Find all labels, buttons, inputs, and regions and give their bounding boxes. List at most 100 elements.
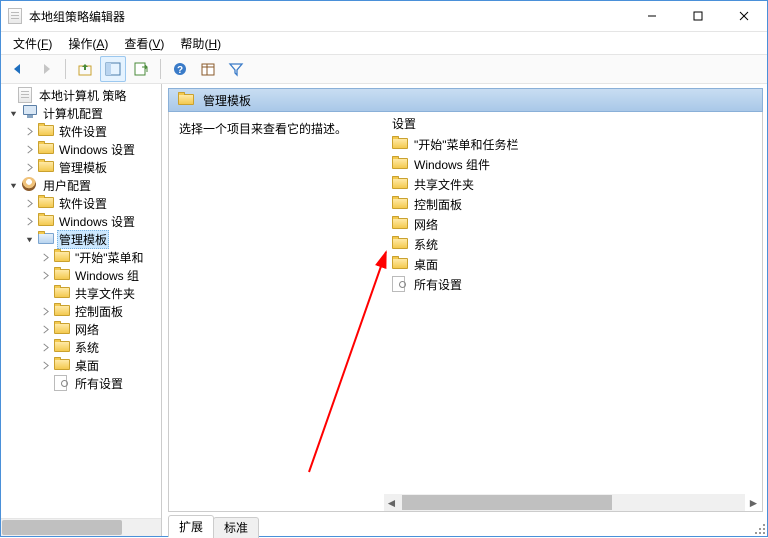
tab-extended[interactable]: 扩展 [168, 515, 214, 537]
tree-root[interactable]: 本地计算机 策略 [1, 86, 161, 104]
scroll-right-icon[interactable]: ► [745, 494, 762, 511]
resize-grip[interactable] [751, 520, 765, 534]
settings-list-panel: 设置 "开始"菜单和任务栏 Windows 组件共享文件夹控制面板网络系统桌面所有… [384, 112, 762, 511]
folder-icon [38, 213, 54, 229]
list-item-label: "开始"菜单和任务栏 [414, 136, 519, 153]
chevron-right-icon[interactable] [23, 161, 35, 173]
help-button[interactable]: ? [167, 56, 193, 82]
page-icon [54, 375, 70, 391]
folder-icon [178, 92, 194, 108]
folder-icon [38, 159, 54, 175]
policy-icon [18, 87, 34, 103]
tab-standard[interactable]: 标准 [213, 517, 259, 538]
tree-comp-software[interactable]: 软件设置 [1, 122, 161, 140]
folder-icon [392, 216, 408, 232]
tree-pane: 本地计算机 策略 计算机配置 软件设置 [1, 84, 162, 536]
toolbar-separator [65, 59, 66, 79]
list-item-label: 所有设置 [414, 276, 462, 293]
close-button[interactable] [721, 1, 767, 31]
tree-admin-control[interactable]: 控制面板 [1, 302, 161, 320]
page-icon [392, 276, 408, 292]
tree-root-label: 本地计算机 策略 [37, 87, 128, 104]
chevron-right-icon[interactable] [39, 251, 51, 263]
list-item-shared[interactable]: 共享文件夹 [384, 174, 762, 194]
tree-user-config[interactable]: 用户配置 [1, 176, 161, 194]
tree-comp-admin[interactable]: 管理模板 [1, 158, 161, 176]
svg-text:?: ? [177, 65, 183, 76]
folder-icon [392, 256, 408, 272]
breadcrumb-label: 管理模板 [203, 92, 251, 109]
tree-admin-wincomp[interactable]: Windows 组 [1, 266, 161, 284]
scroll-left-icon[interactable]: ◄ [383, 494, 400, 511]
chevron-right-icon[interactable] [23, 215, 35, 227]
window-title: 本地组策略编辑器 [29, 8, 629, 25]
back-button[interactable] [5, 56, 31, 82]
minimize-button[interactable] [629, 1, 675, 31]
chevron-down-icon[interactable] [23, 233, 35, 245]
chevron-right-icon[interactable] [23, 197, 35, 209]
detail-pane: 管理模板 选择一个项目来查看它的描述。 设置 "开始"菜单和任务栏 Windows… [168, 84, 767, 536]
list-item-desktop[interactable]: 桌面 [384, 254, 762, 274]
list-item-win_comp[interactable]: Windows 组件 [384, 154, 762, 174]
chevron-right-icon[interactable] [39, 323, 51, 335]
tree-user-admin[interactable]: 管理模板 [1, 230, 161, 248]
tree-admin-all[interactable]: 所有设置 [1, 374, 161, 392]
up-button[interactable] [72, 56, 98, 82]
settings-column-header[interactable]: 设置 [384, 112, 762, 134]
list-item-system[interactable]: 系统 [384, 234, 762, 254]
list-item-label: Windows 组件 [414, 156, 490, 173]
tree-admin-network[interactable]: 网络 [1, 320, 161, 338]
chevron-down-icon[interactable] [7, 179, 19, 191]
tree-user-software[interactable]: 软件设置 [1, 194, 161, 212]
description-hint: 选择一个项目来查看它的描述。 [179, 122, 347, 136]
properties-button[interactable] [195, 56, 221, 82]
folder-icon [392, 236, 408, 252]
tree-comp-windows[interactable]: Windows 设置 [1, 140, 161, 158]
menu-action[interactable]: 操作(A) [62, 33, 114, 54]
show-hide-tree-button[interactable] [100, 56, 126, 82]
chevron-right-icon[interactable] [23, 143, 35, 155]
chevron-right-icon[interactable] [39, 269, 51, 281]
user-icon [22, 177, 38, 193]
folder-icon [392, 156, 408, 172]
export-button[interactable] [128, 56, 154, 82]
titlebar: 本地组策略编辑器 [1, 1, 767, 32]
chevron-right-icon[interactable] [39, 359, 51, 371]
toolbar: ? [1, 54, 767, 84]
tree[interactable]: 本地计算机 策略 计算机配置 软件设置 [1, 84, 161, 518]
folder-icon [54, 321, 70, 337]
chevron-right-icon[interactable] [39, 341, 51, 353]
tree-admin-shared[interactable]: 共享文件夹 [1, 284, 161, 302]
folder-icon [38, 195, 54, 211]
list-item-startmenu[interactable]: "开始"菜单和任务栏 [384, 134, 762, 154]
maximize-button[interactable] [675, 1, 721, 31]
folder-icon [54, 303, 70, 319]
menu-file[interactable]: 文件(F) [7, 33, 58, 54]
description-panel: 选择一个项目来查看它的描述。 [169, 112, 384, 511]
folder-icon [54, 267, 70, 283]
tree-admin-startmenu[interactable]: "开始"菜单和 [1, 248, 161, 266]
list-item-label: 桌面 [414, 256, 438, 273]
tree-admin-desktop[interactable]: 桌面 [1, 356, 161, 374]
tree-computer-config[interactable]: 计算机配置 [1, 104, 161, 122]
filter-button[interactable] [223, 56, 249, 82]
folder-icon [54, 285, 70, 301]
chevron-right-icon[interactable] [23, 125, 35, 137]
list-hscrollbar[interactable]: ◄ ► [384, 494, 745, 511]
list-item-network[interactable]: 网络 [384, 214, 762, 234]
list-item-all[interactable]: 所有设置 [384, 274, 762, 294]
chevron-right-icon[interactable] [39, 305, 51, 317]
tree-user-windows[interactable]: Windows 设置 [1, 212, 161, 230]
detail-tabs: 扩展 标准 [168, 514, 763, 536]
list-item-control[interactable]: 控制面板 [384, 194, 762, 214]
tree-admin-system[interactable]: 系统 [1, 338, 161, 356]
breadcrumb: 管理模板 [168, 88, 763, 112]
menu-view[interactable]: 查看(V) [118, 33, 170, 54]
folder-icon [38, 141, 54, 157]
list-item-label: 控制面板 [414, 196, 462, 213]
menu-help[interactable]: 帮助(H) [174, 33, 227, 54]
chevron-down-icon[interactable] [7, 107, 19, 119]
settings-list[interactable]: "开始"菜单和任务栏 Windows 组件共享文件夹控制面板网络系统桌面所有设置 [384, 134, 762, 494]
tree-hscrollbar[interactable] [1, 518, 161, 536]
folder-icon [54, 357, 70, 373]
